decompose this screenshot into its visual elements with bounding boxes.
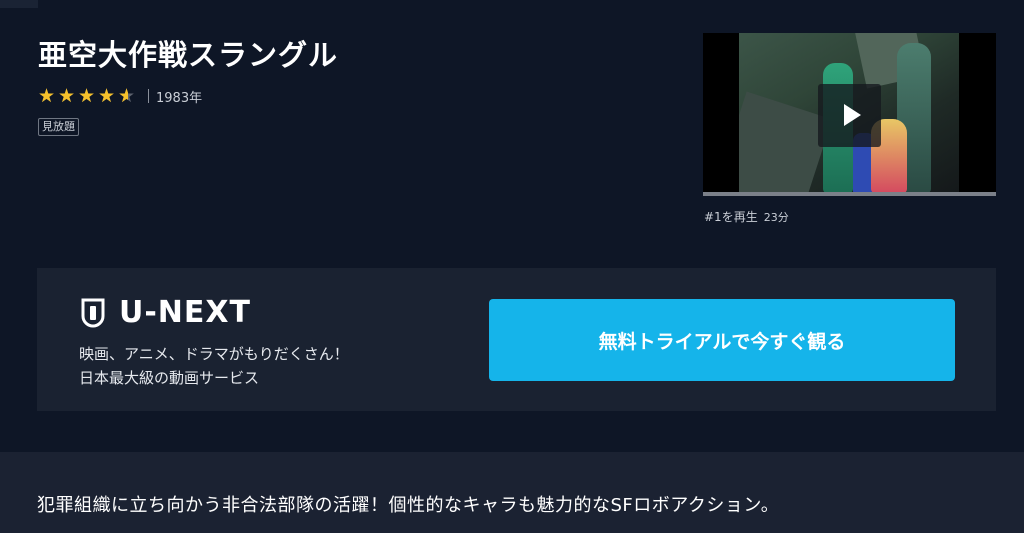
star-rating: ★ ★ ★ ★ ★ ★ ★ ★ ★ ★ [38,84,138,107]
description-section: 犯罪組織に立ち向かう非合法部隊の活躍！個性的なキャラも魅力的なSFロボアクション… [0,452,1024,533]
description-text: 犯罪組織に立ち向かう非合法部隊の活躍！個性的なキャラも魅力的なSFロボアクション… [37,495,780,516]
unext-logo: U-NEXT [81,295,251,330]
star-icon: ★ ★ [118,84,136,107]
tagline-line-2: 日本最大級の動画サービス [79,369,260,387]
availability-badge: 見放題 [38,118,79,136]
unext-promo-banner: U-NEXT 映画、アニメ、ドラマがもりだくさん！ 日本最大級の動画サービス 無… [37,268,996,411]
unext-shield-icon [81,298,105,328]
star-icon: ★ ★ [38,84,56,107]
tagline-line-1: 映画、アニメ、ドラマがもりだくさん！ [79,345,349,363]
play-button[interactable] [818,84,881,147]
star-icon: ★ ★ [58,84,76,107]
release-year: 1983年 [156,90,203,106]
episode-duration: 23分 [763,211,789,224]
unext-logo-text: U-NEXT [119,295,252,330]
meta-divider [148,89,149,103]
star-icon: ★ ★ [78,84,96,107]
meta-row: ★ ★ ★ ★ ★ ★ ★ ★ ★ ★ 1983年 [38,86,202,106]
page-title: 亜空大作戦スラングル [38,38,339,72]
star-icon: ★ ★ [98,84,116,107]
promo-tagline: 映画、アニメ、ドラマがもりだくさん！ 日本最大級の動画サービス [79,342,349,390]
play-icon [844,104,861,126]
video-thumbnail[interactable] [703,33,996,196]
top-decoration [0,0,38,8]
free-trial-button[interactable]: 無料トライアルで今すぐ観る [489,299,955,381]
play-episode-link[interactable]: #1を再生 23分 [704,208,789,225]
video-progress-bar [703,192,996,196]
play-episode-label: #1を再生 [704,210,758,224]
